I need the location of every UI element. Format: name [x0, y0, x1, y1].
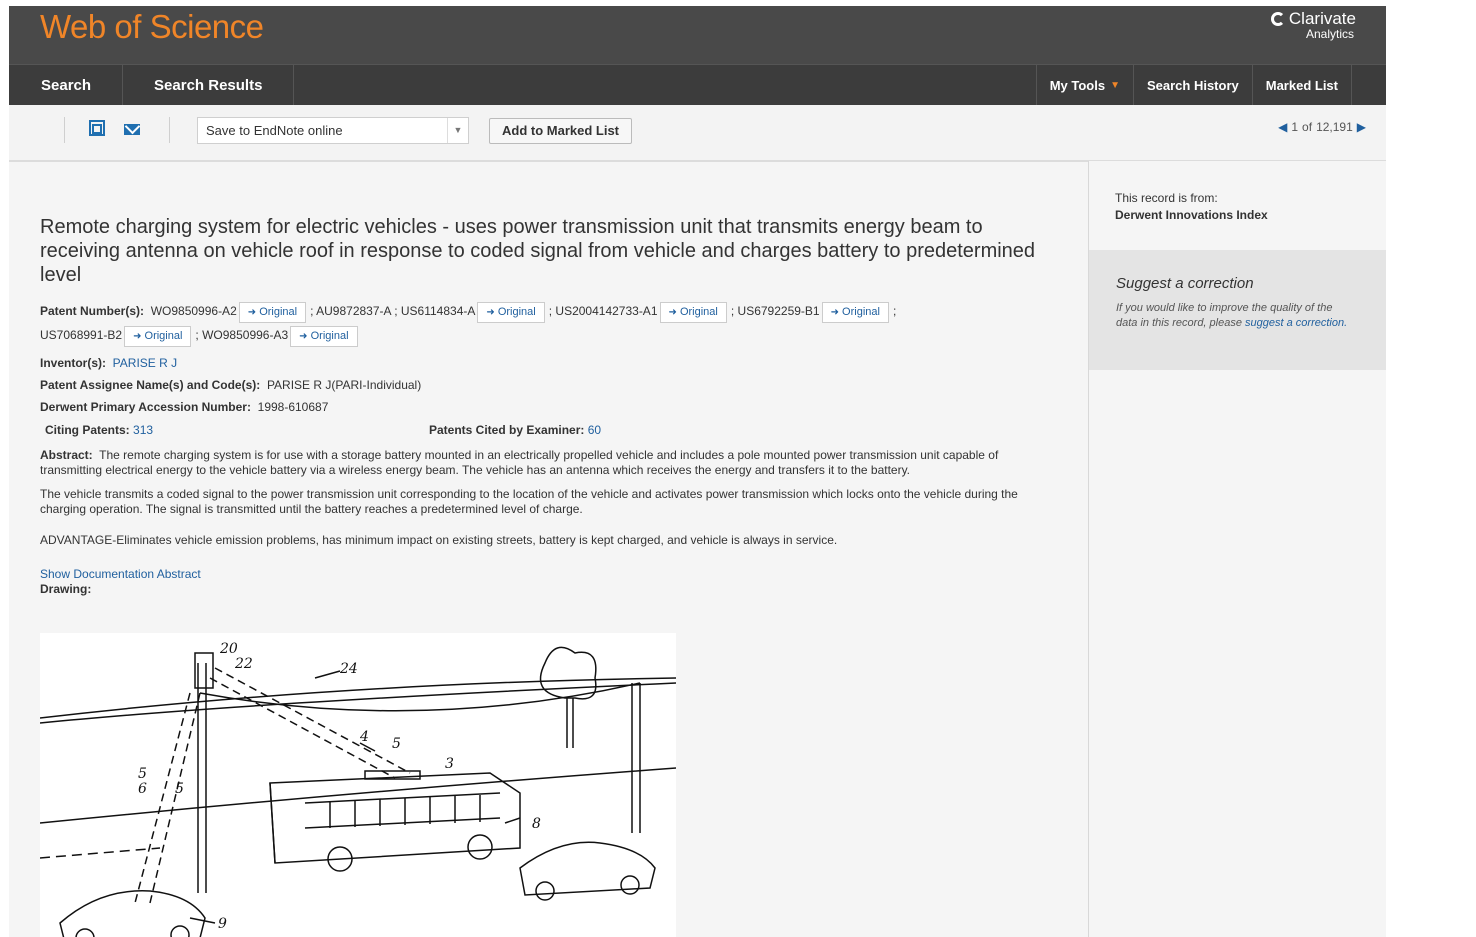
record-source-value: Derwent Innovations Index — [1115, 208, 1268, 222]
patent-number: US6792259-B1 — [737, 304, 820, 318]
patent-numbers-row: Patent Number(s): WO9850996-A2 ➜ Original… — [40, 299, 1050, 347]
patent-numbers-label: Patent Number(s): — [40, 304, 145, 318]
drawing-ref-number: 9 — [218, 916, 227, 932]
drawing-ref-number: 8 — [532, 816, 541, 832]
cited-by-examiner-label: Patents Cited by Examiner: — [429, 423, 585, 437]
drawing-ref-number: 22 — [234, 656, 253, 672]
drawing-ref-number: 3 — [445, 756, 454, 772]
citing-patents-label: Citing Patents: — [45, 423, 130, 437]
accession-label: Derwent Primary Accession Number: — [40, 400, 251, 414]
pager-of: of — [1302, 120, 1313, 134]
accession-value: 1998-610687 — [257, 400, 329, 414]
abstract-text: The remote charging system is for use wi… — [40, 448, 999, 477]
record-main: Remote charging system for electric vehi… — [9, 161, 1088, 937]
nav-my-tools[interactable]: My Tools ▼ — [1035, 65, 1133, 105]
record-sidebar: This record is from: Derwent Innovations… — [1088, 161, 1386, 937]
patent-number: US7068991-B2 — [40, 328, 123, 342]
assignee-label: Patent Assignee Name(s) and Code(s): — [40, 378, 261, 392]
pager-total: 12,191 — [1316, 120, 1353, 134]
page-frame: Web of Science Clarivate Analytics Searc… — [9, 6, 1386, 937]
abstract: Abstract: The remote charging system is … — [40, 448, 1050, 478]
original-button[interactable]: ➜ Original — [290, 326, 358, 347]
abstract-paragraph: The vehicle transmits a coded signal to … — [40, 487, 1018, 516]
record-source: This record is from: Derwent Innovations… — [1089, 161, 1386, 224]
drawing-ref-number: 5 — [138, 766, 147, 782]
clarivate-logo[interactable]: Clarivate Analytics — [1270, 9, 1356, 41]
add-to-marked-list-button[interactable]: Add to Marked List — [489, 118, 633, 144]
nav-search[interactable]: Search — [9, 65, 124, 105]
record-toolbar: Save to EndNote online ▼ Add to Marked L… — [9, 105, 1386, 162]
nav-search-results[interactable]: Search Results — [123, 65, 295, 105]
inventor-label: Inventor(s): — [40, 356, 106, 370]
web-of-science-logo[interactable]: Web of Science — [40, 8, 264, 46]
original-button[interactable]: ➜ Original — [477, 302, 545, 323]
record-fields: Patent Number(s): WO9850996-A2 ➜ Original… — [40, 299, 1050, 596]
original-label: Original — [259, 306, 298, 318]
save-to-select[interactable]: Save to EndNote online ▼ — [197, 117, 469, 144]
show-documentation-abstract-link[interactable]: Show Documentation Abstract — [40, 567, 1050, 581]
drawing-ref-number: 20 — [219, 641, 238, 657]
clarivate-brand: Clarivate — [1288, 9, 1356, 28]
original-label: Original — [842, 306, 880, 318]
pager-current: 1 — [1291, 120, 1299, 134]
patent-number: WO9850996-A2 — [150, 304, 237, 318]
original-button[interactable]: ➜ Original — [124, 326, 192, 347]
drawing-ref-number: 5 — [392, 736, 401, 752]
suggest-correction-link[interactable]: suggest a correction. — [1245, 317, 1347, 329]
assignee-row: Patent Assignee Name(s) and Code(s): PAR… — [40, 374, 1050, 396]
clarivate-mark-icon — [1270, 12, 1285, 26]
original-label: Original — [144, 330, 183, 342]
drawing-ref-number: 24 — [339, 661, 358, 677]
nav-marked-list[interactable]: Marked List — [1251, 65, 1352, 105]
abstract-label: Abstract: — [40, 448, 93, 462]
drawing-ref-number: 6 — [138, 781, 147, 797]
drawing-ref-number: 4 — [359, 729, 369, 745]
drawing-ref-number: 5 — [175, 781, 184, 797]
email-icon[interactable] — [124, 124, 140, 135]
inventor-row: Inventor(s): PARISE R J — [40, 352, 1050, 374]
top-banner: Web of Science Clarivate Analytics — [9, 6, 1386, 64]
my-tools-label: My Tools — [1049, 77, 1106, 93]
toolbar-divider — [169, 117, 170, 143]
assignee-value: PARISE R J(PARI-Individual) — [266, 378, 422, 392]
record-title: Remote charging system for electric vehi… — [40, 216, 1036, 286]
chevron-down-icon[interactable]: ▼ — [447, 118, 468, 143]
nav-search-history[interactable]: Search History — [1132, 65, 1252, 105]
cited-by-examiner-link[interactable]: 60 — [588, 423, 601, 437]
next-record-icon[interactable]: ▶ — [1357, 120, 1366, 134]
clarivate-sub: Analytics — [1305, 27, 1354, 41]
original-button[interactable]: ➜ Original — [659, 302, 727, 323]
chevron-down-icon: ▼ — [1110, 79, 1120, 91]
patent-number: AU9872837-A — [316, 304, 391, 318]
toolbar-divider — [64, 117, 65, 143]
original-label: Original — [310, 330, 349, 342]
citation-counts: Citing Patents: 313 Patents Cited by Exa… — [45, 421, 1050, 439]
record-pager: ◀ 1 of 12,191 ▶ — [1278, 120, 1366, 134]
patent-number: US2004142733-A1 — [555, 304, 658, 318]
original-button[interactable]: ➜ Original — [821, 302, 889, 323]
save-to-select-value: Save to EndNote online — [206, 123, 343, 138]
suggest-correction-text: If you would like to improve the quality… — [1116, 301, 1356, 331]
citing-patents-link[interactable]: 313 — [133, 423, 153, 437]
print-icon[interactable] — [89, 120, 105, 136]
record-source-label: This record is from: — [1115, 191, 1218, 205]
advantage-paragraph: ADVANTAGE-Eliminates vehicle emission pr… — [40, 533, 838, 547]
drawing-label: Drawing: — [40, 582, 92, 596]
patent-number: US6114834-A — [400, 304, 476, 318]
previous-record-icon[interactable]: ◀ — [1278, 120, 1287, 134]
patent-number: WO9850996-A3 — [202, 328, 289, 342]
inventor-link[interactable]: PARISE R J — [113, 356, 177, 370]
accession-row: Derwent Primary Accession Number: 1998-6… — [40, 396, 1050, 418]
suggest-correction-panel: Suggest a correction If you would like t… — [1089, 250, 1386, 370]
original-label: Original — [679, 306, 718, 318]
suggest-correction-title: Suggest a correction — [1116, 275, 1254, 292]
main-nav: Search Search Results My Tools ▼ Search H… — [9, 64, 1386, 105]
patent-drawing: 20 22 24 4 5 3 5 6 5 8 9 — [40, 633, 676, 937]
original-button[interactable]: ➜ Original — [238, 302, 307, 323]
original-label: Original — [497, 306, 536, 318]
